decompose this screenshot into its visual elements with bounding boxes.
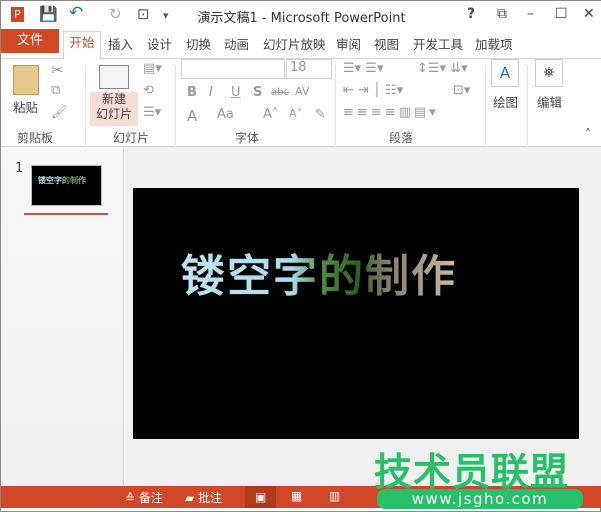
- tab-slideshow[interactable]: 幻灯片放映: [263, 34, 326, 53]
- watermark-url: www.jsgho.com: [377, 489, 583, 509]
- slide-canvas[interactable]: 镂空字的制作: [133, 188, 579, 439]
- tab-home[interactable]: 开始: [63, 31, 101, 59]
- format-painter-icon[interactable]: 🖌: [51, 105, 68, 120]
- comments-button[interactable]: ▰ 批注: [185, 489, 222, 506]
- tab-addins[interactable]: 加载项: [475, 34, 513, 53]
- clear-format-icon[interactable]: ✎: [315, 107, 326, 122]
- collapse-ribbon-button[interactable]: ˄: [585, 127, 591, 141]
- tab-review[interactable]: 审阅: [336, 34, 361, 53]
- copy-icon[interactable]: ⧉: [51, 83, 60, 98]
- layout-icon[interactable]: ▤▾: [143, 61, 162, 76]
- shapes-icon[interactable]: A: [491, 59, 519, 87]
- slide-title[interactable]: 镂空字的制作: [181, 240, 457, 304]
- find-icon[interactable]: ⛯: [535, 59, 563, 87]
- line-spacing-icon[interactable]: ↕☰▾ ⇊▾: [417, 61, 468, 76]
- align-text-icon[interactable]: ⊡▾: [453, 83, 470, 98]
- help-button[interactable]: ?: [467, 6, 475, 22]
- paste-icon[interactable]: [13, 65, 39, 95]
- tab-design[interactable]: 设计: [147, 34, 172, 53]
- font-group-label: 字体: [235, 131, 260, 145]
- font-name-input[interactable]: [181, 59, 285, 79]
- shadow-button[interactable]: S: [253, 85, 262, 100]
- minimize-button[interactable]: –: [527, 6, 534, 22]
- font-color-button[interactable]: A: [187, 107, 197, 125]
- slide-sorter-button[interactable]: ▦: [291, 489, 302, 503]
- editing-button[interactable]: 编辑: [537, 92, 562, 111]
- slides-group-label: 幻灯片: [113, 131, 150, 145]
- italic-button[interactable]: I: [209, 85, 213, 100]
- strikethrough-button[interactable]: abc: [271, 87, 289, 98]
- new-slide-icon: [99, 65, 129, 89]
- section-icon[interactable]: ☰▾: [143, 105, 161, 120]
- char-spacing-button[interactable]: AV: [295, 85, 309, 98]
- change-case-button[interactable]: Aa: [217, 107, 234, 122]
- indent-icon[interactable]: ⇤ ⇥ │ ☷▾: [343, 83, 403, 98]
- clipboard-group-label: 剪贴板: [17, 131, 54, 145]
- watermark-brand: 技术员联盟: [374, 450, 570, 494]
- comments-label: 批注: [198, 491, 223, 505]
- tab-file[interactable]: 文件: [1, 29, 59, 53]
- bold-button[interactable]: B: [187, 85, 197, 100]
- maximize-button[interactable]: ☐: [555, 6, 568, 22]
- tab-transitions[interactable]: 切换: [186, 34, 211, 53]
- window-title: 演示文稿1 - Microsoft PowerPoint: [197, 11, 406, 26]
- shrink-font-button[interactable]: A˅: [289, 107, 302, 120]
- font-size-input[interactable]: 18: [286, 59, 332, 79]
- paragraph-group-label: 段落: [389, 131, 414, 145]
- insertion-marker: [24, 213, 108, 215]
- notes-button[interactable]: ≙ 备注: [125, 489, 163, 506]
- underline-button[interactable]: U: [231, 85, 241, 100]
- slide-thumbnail[interactable]: 镂空字的制作: [31, 165, 102, 206]
- tab-developer[interactable]: 开发工具: [413, 34, 463, 53]
- ribbon: 粘贴 ✂ ⧉ 🖌 剪贴板 新建 幻灯片 ▤▾ ⟲ ☰▾ 幻灯片 18 B I U…: [1, 59, 601, 147]
- new-slide-label: 新建: [101, 92, 126, 106]
- tab-insert[interactable]: 插入: [108, 34, 133, 53]
- normal-view-button[interactable]: ▣: [245, 486, 277, 508]
- reading-view-button[interactable]: ▥: [329, 489, 340, 503]
- tab-animations[interactable]: 动画: [224, 34, 249, 53]
- reset-icon[interactable]: ⟲: [143, 83, 154, 98]
- drawing-button[interactable]: 绘图: [493, 92, 518, 111]
- thumbnail-title: 镂空字的制作: [38, 176, 86, 185]
- cut-icon[interactable]: ✂: [51, 61, 64, 79]
- new-slide-button[interactable]: 新建 幻灯片: [90, 92, 138, 126]
- paste-button[interactable]: 粘贴: [13, 97, 38, 116]
- notes-label: 备注: [138, 491, 163, 505]
- slide-number: 1: [15, 161, 24, 176]
- title-bar: P 💾 ↶ ↻ ⊡ ▾ 演示文稿1 - Microsoft PowerPoint…: [1, 1, 601, 29]
- new-slide-label-2: 幻灯片: [95, 107, 132, 121]
- bullets-icon[interactable]: ☰▾ ☰▾: [343, 61, 384, 76]
- ribbon-display-button[interactable]: ⧉: [497, 6, 507, 22]
- align-icons[interactable]: ≡≡≡≡▥▤▾: [343, 105, 439, 120]
- close-button[interactable]: ✕: [583, 6, 595, 22]
- grow-font-button[interactable]: A˄: [263, 107, 278, 122]
- tab-view[interactable]: 视图: [374, 34, 399, 53]
